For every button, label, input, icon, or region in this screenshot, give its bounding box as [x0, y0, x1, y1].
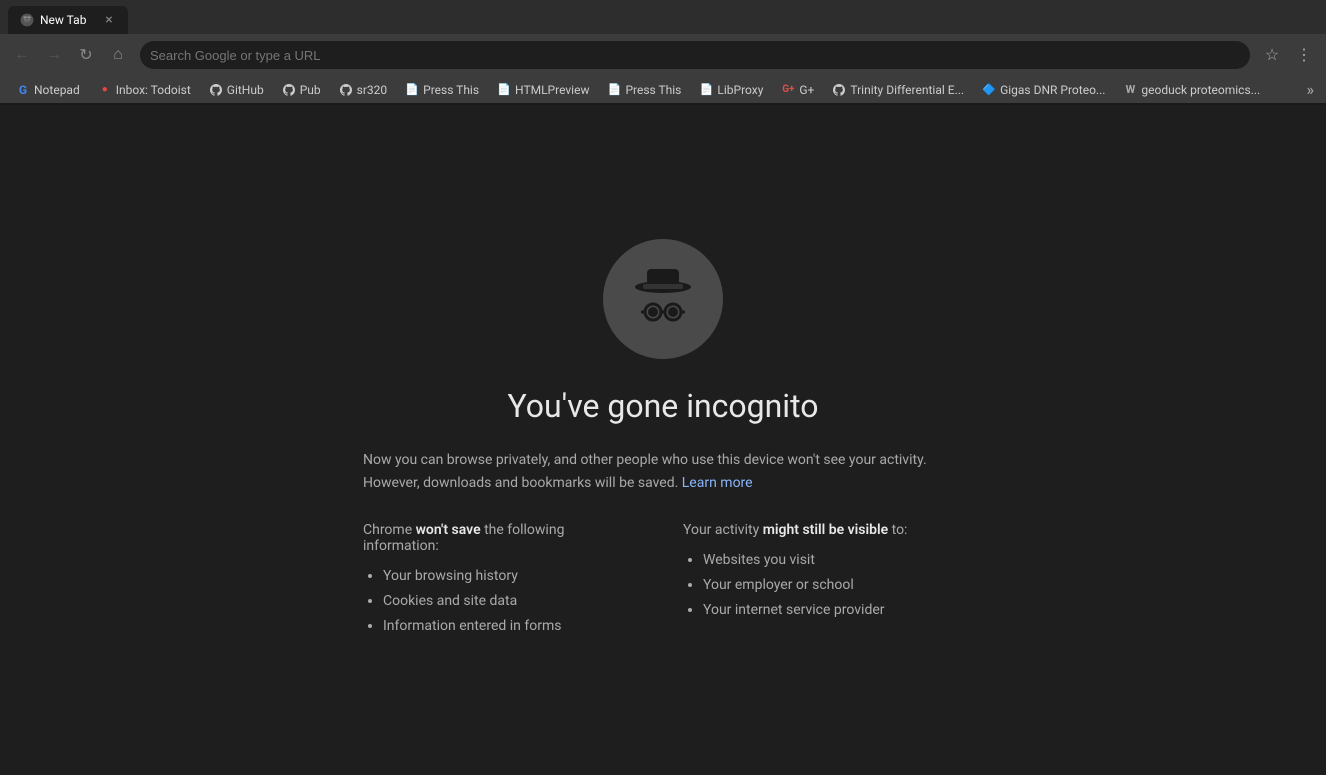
- active-tab[interactable]: New Tab ×: [8, 6, 128, 34]
- incognito-container: You've gone incognito Now you can browse…: [363, 239, 963, 641]
- bookmarks-more-button[interactable]: »: [1303, 78, 1319, 101]
- bookmark-libproxy[interactable]: 📄 LibProxy: [691, 79, 771, 101]
- bookmark-sr320-label: sr320: [357, 83, 388, 97]
- wont-save-column: Chrome won't save the following informat…: [363, 522, 643, 641]
- still-visible-item-1: Websites you visit: [703, 550, 963, 571]
- page-content: You've gone incognito Now you can browse…: [0, 105, 1326, 775]
- wont-save-item-2: Cookies and site data: [383, 591, 643, 612]
- github1-icon: [209, 83, 223, 97]
- info-columns: Chrome won't save the following informat…: [363, 522, 963, 641]
- wont-save-list: Your browsing history Cookies and site d…: [363, 566, 643, 637]
- bookmark-pressthis2-label: Press This: [625, 83, 681, 97]
- tab-label: New Tab: [40, 13, 96, 27]
- still-visible-item-3: Your internet service provider: [703, 600, 963, 621]
- incognito-desc-text: Now you can browse privately, and other …: [363, 452, 927, 490]
- bookmark-trinity-label: Trinity Differential E...: [850, 83, 964, 97]
- incognito-icon-wrapper: [603, 239, 723, 359]
- tab-bar: New Tab ×: [0, 0, 1326, 34]
- back-button[interactable]: ←: [8, 41, 36, 69]
- still-visible-title: Your activity might still be visible to:: [683, 522, 963, 538]
- bookmark-gigas-label: Gigas DNR Proteo...: [1000, 83, 1105, 97]
- bookmark-pressthis1[interactable]: 📄 Press This: [397, 79, 487, 101]
- gplus-icon: G+: [781, 83, 795, 97]
- bookmark-pressthis1-label: Press This: [423, 83, 479, 97]
- wont-save-bold: won't save: [416, 522, 481, 538]
- pressthis2-icon: 📄: [607, 83, 621, 97]
- bookmark-gigas[interactable]: 🔷 Gigas DNR Proteo...: [974, 79, 1113, 101]
- home-button[interactable]: ⌂: [104, 41, 132, 69]
- bookmark-notepad[interactable]: G Notepad: [8, 79, 88, 101]
- geoduck-icon: W: [1123, 83, 1137, 97]
- bookmark-pub[interactable]: Pub: [274, 79, 329, 101]
- trinity-icon: [832, 83, 846, 97]
- activity-suffix: to:: [888, 522, 907, 538]
- bookmark-gplus-label: G+: [799, 83, 814, 97]
- address-bar: [140, 41, 1250, 69]
- bookmark-htmlpreview-label: HTMLPreview: [515, 83, 589, 97]
- wont-save-item-1: Your browsing history: [383, 566, 643, 587]
- bookmark-geoduck-label: geoduck proteomics...: [1141, 83, 1260, 97]
- pressthis1-icon: 📄: [405, 83, 419, 97]
- incognito-description: Now you can browse privately, and other …: [363, 449, 963, 494]
- bookmark-libproxy-label: LibProxy: [717, 83, 763, 97]
- bookmark-star-button[interactable]: ☆: [1258, 41, 1286, 69]
- bookmark-htmlpreview[interactable]: 📄 HTMLPreview: [489, 79, 597, 101]
- still-visible-column: Your activity might still be visible to:…: [683, 522, 963, 641]
- bookmark-notepad-label: Notepad: [34, 83, 80, 97]
- toolbar: ← → ↻ ⌂ ☆ ⋮: [0, 34, 1326, 76]
- bookmark-sr320[interactable]: sr320: [331, 79, 396, 101]
- pub-icon: [282, 83, 296, 97]
- still-visible-bold: might still be visible: [763, 522, 888, 538]
- bookmark-todoist[interactable]: ● Inbox: Todoist: [90, 79, 199, 101]
- incognito-icon: [623, 259, 703, 339]
- still-visible-item-2: Your employer or school: [703, 575, 963, 596]
- bookmarks-bar: G Notepad ● Inbox: Todoist GitHub Pub sr…: [0, 76, 1326, 104]
- bookmark-geoduck[interactable]: W geoduck proteomics...: [1115, 79, 1268, 101]
- reload-button[interactable]: ↻: [72, 41, 100, 69]
- learn-more-link[interactable]: Learn more: [682, 475, 753, 491]
- todoist-icon: ●: [98, 83, 112, 97]
- wont-save-item-3: Information entered in forms: [383, 616, 643, 637]
- browser-chrome: New Tab × ← → ↻ ⌂ ☆ ⋮ G Notepad ● Inbox:…: [0, 0, 1326, 105]
- chrome-menu-button[interactable]: ⋮: [1290, 41, 1318, 69]
- bookmark-trinity[interactable]: Trinity Differential E...: [824, 79, 972, 101]
- still-visible-list: Websites you visit Your employer or scho…: [683, 550, 963, 621]
- tab-favicon: [20, 13, 34, 27]
- sr320-icon: [339, 83, 353, 97]
- bookmark-github1-label: GitHub: [227, 83, 264, 97]
- address-input[interactable]: [150, 48, 1240, 63]
- forward-button[interactable]: →: [40, 41, 68, 69]
- wont-save-title: Chrome won't save the following informat…: [363, 522, 643, 554]
- bookmark-pub-label: Pub: [300, 83, 321, 97]
- htmlpreview-icon: 📄: [497, 83, 511, 97]
- chrome-prefix: Chrome: [363, 522, 416, 538]
- bookmark-pressthis2[interactable]: 📄 Press This: [599, 79, 689, 101]
- bookmark-gplus[interactable]: G+ G+: [773, 79, 822, 101]
- libproxy-icon: 📄: [699, 83, 713, 97]
- incognito-title: You've gone incognito: [363, 387, 963, 425]
- notepad-icon: G: [16, 83, 30, 97]
- bookmark-todoist-label: Inbox: Todoist: [116, 83, 191, 97]
- tab-close-button[interactable]: ×: [102, 12, 116, 28]
- bookmark-github1[interactable]: GitHub: [201, 79, 272, 101]
- gigas-icon: 🔷: [982, 83, 996, 97]
- activity-prefix: Your activity: [683, 522, 763, 538]
